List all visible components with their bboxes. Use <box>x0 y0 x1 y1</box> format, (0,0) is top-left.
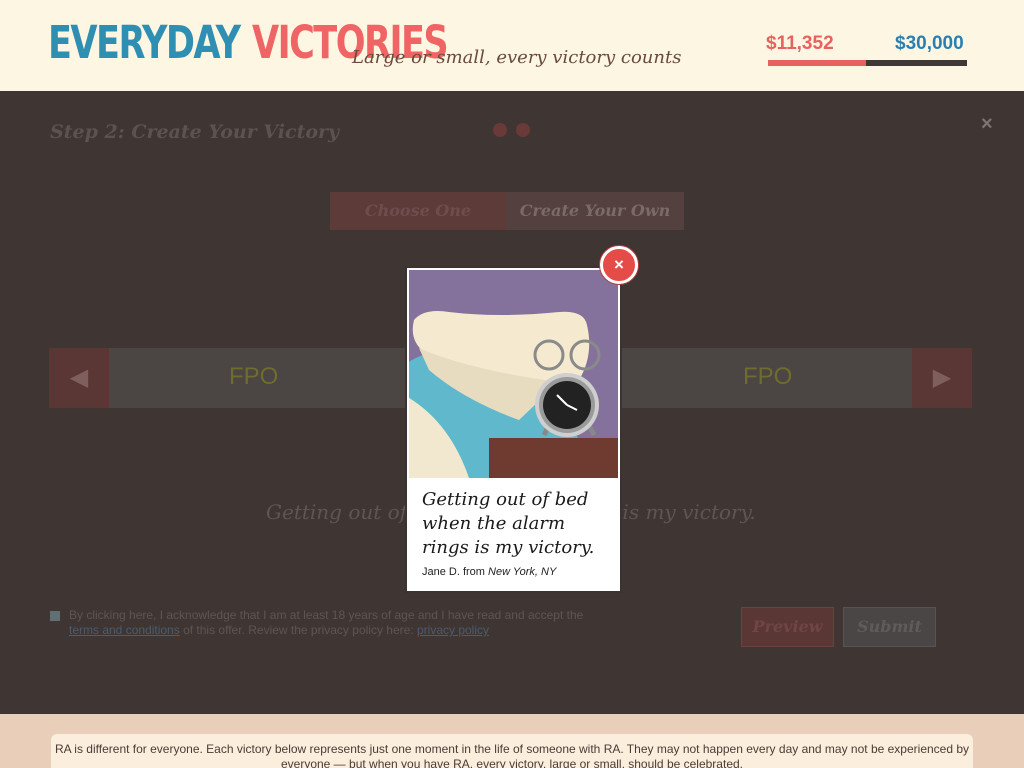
consent-label: By clicking here, I acknowledge that I a… <box>69 608 584 622</box>
consent-text: By clicking here, I acknowledge that I a… <box>69 608 589 638</box>
submit-button[interactable]: Submit <box>843 607 936 647</box>
carousel-item[interactable]: FPO <box>229 363 278 391</box>
fundraising-progress-bar <box>768 60 967 66</box>
alarm-clock-icon <box>409 270 618 478</box>
victory-attribution: Jane D. from New York, NY <box>422 566 556 578</box>
ra-info-note: RA is different for everyone. Each victo… <box>51 734 973 768</box>
close-icon[interactable]: × <box>981 113 993 136</box>
tagline: Large or small, every victory counts <box>352 47 682 68</box>
terms-link[interactable]: terms and conditions <box>69 623 180 637</box>
carousel-prev-button[interactable]: ◀ <box>49 348 109 408</box>
chevron-right-icon: ▶ <box>932 364 952 391</box>
logo-word-everyday: EVERYDAY <box>48 16 241 69</box>
chevron-left-icon: ◀ <box>69 364 89 391</box>
alarm-clock-illustration <box>409 270 618 478</box>
privacy-policy-link[interactable]: privacy policy <box>417 623 489 637</box>
author-location: New York, NY <box>488 566 557 578</box>
tab-choose-one[interactable]: Choose One <box>330 192 506 230</box>
consent-label: of this offer. Review the privacy policy… <box>183 623 414 637</box>
amount-goal: $30,000 <box>895 33 964 54</box>
tab-create-your-own[interactable]: Create Your Own <box>506 192 684 230</box>
carousel-next-button[interactable]: ▶ <box>912 348 972 408</box>
footer: RA is different for everyone. Each victo… <box>0 714 1024 768</box>
consent-checkbox[interactable] <box>50 611 60 621</box>
victory-preview-text: Getting out of b <box>266 500 427 524</box>
step-title: Step 2: Create Your Victory <box>50 121 340 143</box>
victory-modal: Getting out of bed when the alarm rings … <box>405 266 622 593</box>
amount-raised: $11,352 <box>766 33 834 54</box>
victory-quote: Getting out of bed when the alarm rings … <box>422 489 595 558</box>
modal-close-button[interactable]: × <box>600 246 638 284</box>
site-header: EVERYDAY VICTORIES Large or small, every … <box>0 0 1024 91</box>
progress-fill <box>768 60 866 66</box>
step-indicator-dot[interactable] <box>516 123 530 137</box>
preview-button[interactable]: Preview <box>741 607 834 647</box>
author-name: Jane D. from <box>422 566 485 578</box>
carousel-item[interactable]: FPO <box>743 363 792 391</box>
close-icon: × <box>614 255 624 274</box>
step-indicator-dot[interactable] <box>493 123 507 137</box>
